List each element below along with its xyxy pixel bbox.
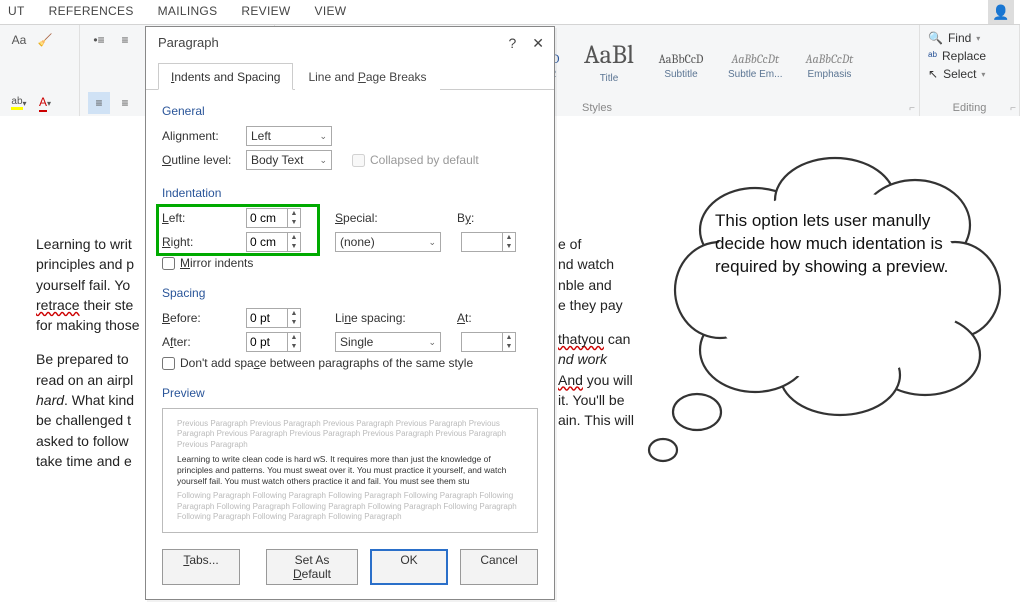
tab-references[interactable]: REFERENCES <box>49 4 134 18</box>
alignment-label: Alignment: <box>162 129 240 143</box>
dialog-title: Paragraph <box>158 35 219 52</box>
doc-text: read on an airpl <box>36 370 140 390</box>
outline-select[interactable]: Body Text⌄ <box>246 150 332 170</box>
highlight-button[interactable]: ab▾ <box>8 92 30 114</box>
select-button[interactable]: ↖Select ▾ <box>928 65 1011 83</box>
align-left-button[interactable]: ≡ <box>88 92 110 114</box>
section-indentation: Indentation <box>162 186 538 200</box>
tab-pagelayout[interactable]: UT <box>8 4 25 18</box>
doc-text: it. You'll be <box>558 390 634 410</box>
doc-text: And you will <box>558 370 634 390</box>
right-indent-spinner[interactable]: ▲▼ <box>246 232 301 252</box>
callout-cloud: This option lets user manully decide how… <box>625 150 1005 470</box>
before-spinner[interactable]: ▲▼ <box>246 308 301 328</box>
doc-text: principles and p <box>36 254 140 274</box>
find-icon: 🔍 <box>928 31 943 45</box>
tab-review[interactable]: REVIEW <box>241 4 290 18</box>
find-button[interactable]: 🔍Find ▾ <box>928 29 1011 47</box>
after-spinner[interactable]: ▲▼ <box>246 332 301 352</box>
doc-text: Be prepared to <box>36 349 140 369</box>
close-button[interactable]: ✕ <box>532 35 544 52</box>
clear-formatting-button[interactable]: 🧹 <box>34 29 56 51</box>
before-label: Before: <box>162 311 240 325</box>
outline-label: Outline level: <box>162 153 240 167</box>
doc-text: retrace their ste <box>36 295 140 315</box>
dont-add-space-label: Don't add space between paragraphs of th… <box>180 356 473 370</box>
align-center-button[interactable]: ≡ <box>114 92 136 114</box>
collapsed-checkbox <box>352 154 365 167</box>
account-icon[interactable]: 👤 <box>988 0 1014 24</box>
doc-text: nd work <box>558 349 634 369</box>
help-button[interactable]: ? <box>508 35 516 52</box>
left-indent-spinner[interactable]: ▲▼ <box>246 208 301 228</box>
doc-text: nble and <box>558 275 634 295</box>
doc-text: nd watch <box>558 254 634 274</box>
bullets-button[interactable]: •≡ <box>88 29 110 51</box>
cloud-shape-icon <box>625 150 1005 480</box>
select-icon: ↖ <box>928 67 938 81</box>
by-label: By: <box>457 211 474 225</box>
doc-text: asked to follow <box>36 431 140 451</box>
doc-text: thatyou can <box>558 329 634 349</box>
doc-text: be challenged t <box>36 410 140 430</box>
change-case-button[interactable]: Aa <box>8 29 30 51</box>
line-spacing-label: Line spacing: <box>335 311 413 325</box>
cancel-button[interactable]: Cancel <box>460 549 538 585</box>
editing-group-label: Editing <box>928 102 1011 114</box>
tab-mailings[interactable]: MAILINGS <box>158 4 218 18</box>
mirror-indents-checkbox[interactable] <box>162 257 175 270</box>
replace-button[interactable]: ᵃᵇReplace <box>928 47 1011 65</box>
style-item[interactable]: AaBbCcDSubtitle <box>649 47 713 85</box>
font-group: Aa 🧹 ab▾ A▾ ⌐ <box>0 25 80 116</box>
tabs-button[interactable]: Tabs... <box>162 549 240 585</box>
paragraph-dialog: Paragraph ? ✕ Indents and Spacing Line a… <box>145 26 555 600</box>
preview-box: Previous Paragraph Previous Paragraph Pr… <box>162 408 538 533</box>
doc-text: take time and e <box>36 451 140 471</box>
font-color-button[interactable]: A▾ <box>34 92 56 114</box>
dont-add-space-checkbox[interactable] <box>162 357 175 370</box>
special-label: Special: <box>335 211 395 225</box>
mirror-indents-label: Mirror indents <box>180 256 253 270</box>
doc-text: ain. This will <box>558 410 634 430</box>
numbering-button[interactable]: ≡ <box>114 29 136 51</box>
tab-line-page-breaks[interactable]: Line and Page Breaks <box>295 63 439 90</box>
at-label: At: <box>457 311 472 325</box>
doc-text: e of <box>558 234 634 254</box>
callout-text: This option lets user manully decide how… <box>715 210 965 279</box>
line-spacing-select[interactable]: Single⌄ <box>335 332 441 352</box>
section-general: General <box>162 104 538 118</box>
doc-text: e they pay <box>558 295 634 315</box>
tab-indents-spacing[interactable]: Indents and Spacing <box>158 63 293 90</box>
doc-text: Learning to writ <box>36 234 140 254</box>
tab-view[interactable]: VIEW <box>315 4 347 18</box>
section-preview: Preview <box>162 386 538 400</box>
section-spacing: Spacing <box>162 286 538 300</box>
replace-icon: ᵃᵇ <box>928 49 937 63</box>
after-label: After: <box>162 335 240 349</box>
by-spinner[interactable]: ▲▼ <box>461 232 516 252</box>
right-indent-label: Right: <box>162 235 240 249</box>
style-item[interactable]: AaBbCcDtEmphasis <box>797 47 861 85</box>
at-spinner[interactable]: ▲▼ <box>461 332 516 352</box>
set-default-button[interactable]: Set As Default <box>266 549 358 585</box>
special-select[interactable]: (none)⌄ <box>335 232 441 252</box>
left-indent-label: Left: <box>162 211 240 225</box>
alignment-select[interactable]: Left⌄ <box>246 126 332 146</box>
ok-button[interactable]: OK <box>370 549 448 585</box>
doc-text: hard. What kind <box>36 390 140 410</box>
doc-text: yourself fail. Yo <box>36 275 140 295</box>
editing-group: 🔍Find ▾ ᵃᵇReplace ↖Select ▾ Editing <box>920 25 1020 116</box>
collapsed-label: Collapsed by default <box>370 153 479 167</box>
dialog-launcher-icon[interactable]: ⌐ <box>909 103 915 114</box>
doc-text: for making those <box>36 315 140 335</box>
style-item[interactable]: AaBlTitle <box>577 35 641 89</box>
style-item[interactable]: AaBbCcDtSubtle Em... <box>721 47 789 85</box>
ribbon-tabs: UT REFERENCES MAILINGS REVIEW VIEW <box>0 0 1020 25</box>
